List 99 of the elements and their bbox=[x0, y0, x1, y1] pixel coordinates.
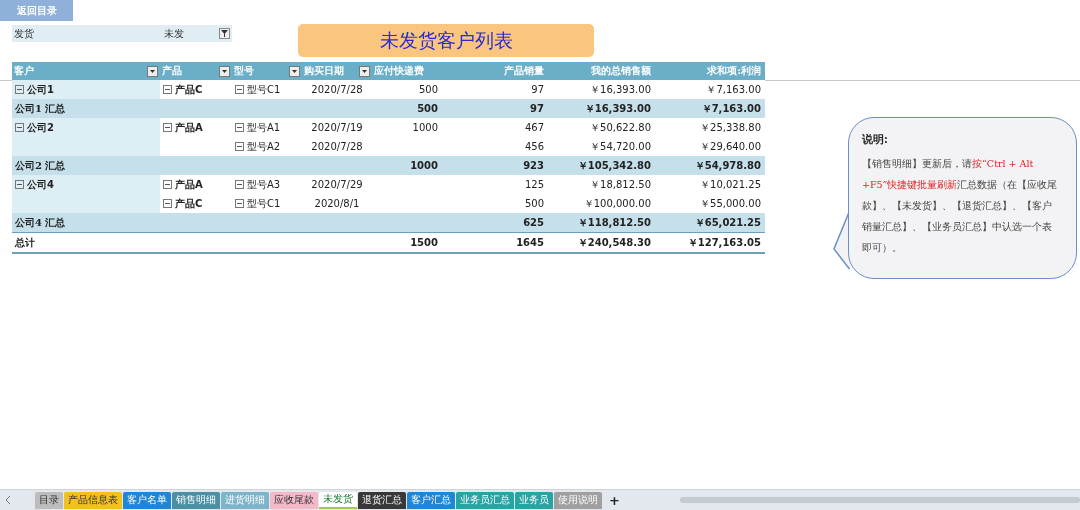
customer-name: 公司4 bbox=[27, 177, 54, 192]
note-heading: 说明: bbox=[862, 133, 888, 147]
dropdown-icon[interactable] bbox=[359, 65, 370, 77]
subtotal-label: 公司2 汇总 bbox=[15, 158, 66, 173]
collapse-icon[interactable] bbox=[163, 123, 172, 132]
column-header: 产品 bbox=[162, 64, 183, 78]
report-title: 未发货客户列表 bbox=[298, 24, 594, 57]
product-name: 产品A bbox=[175, 120, 203, 135]
sales-quantity: 125 bbox=[524, 179, 544, 190]
sales-amount: ￥18,812.50 bbox=[590, 177, 651, 192]
purchase-date: 2020/7/28 bbox=[311, 84, 363, 95]
dropdown-icon[interactable] bbox=[289, 65, 300, 77]
column-header: 型号 bbox=[234, 64, 255, 78]
purchase-date: 2020/8/1 bbox=[314, 198, 360, 209]
dropdown-icon[interactable] bbox=[219, 65, 230, 77]
profit-amount: ￥54,978.80 bbox=[694, 158, 761, 173]
collapse-icon[interactable] bbox=[15, 180, 24, 189]
sales-amount: ￥118,812.50 bbox=[577, 215, 651, 230]
sheet-tab[interactable]: 目录 bbox=[35, 491, 63, 509]
filter-value: 未发 bbox=[164, 26, 185, 41]
shipping-fee: 500 bbox=[418, 84, 438, 95]
sheet-tab[interactable]: 进货明细 bbox=[221, 491, 269, 509]
model-name: 型号A1 bbox=[247, 120, 281, 135]
sales-amount: ￥100,000.00 bbox=[583, 196, 651, 211]
collapse-icon[interactable] bbox=[235, 85, 244, 94]
shipping-fee: 500 bbox=[417, 103, 438, 114]
collapse-icon[interactable] bbox=[235, 123, 244, 132]
sales-amount: ￥50,622.80 bbox=[590, 120, 651, 135]
column-header: 我的总销售额 bbox=[591, 64, 651, 78]
sheet-tab[interactable]: 客户汇总 bbox=[407, 491, 455, 509]
collapse-icon[interactable] bbox=[235, 199, 244, 208]
collapse-icon[interactable] bbox=[235, 142, 244, 151]
sales-amount: ￥16,393.00 bbox=[590, 82, 651, 97]
profit-amount: ￥25,338.80 bbox=[700, 120, 761, 135]
sheet-tab[interactable]: 使用说明 bbox=[554, 491, 602, 509]
note-text: 【销售明细】更新后，请按“Ctrl + Alt +F5”快捷键批量刷新汇总数据（在【应收尾款】、【未发货】、【退货汇总】、【客户销量汇总】、【业务员汇总】中认选一个表即可）。 bbox=[862, 157, 1058, 255]
sheet-tab[interactable]: 业务员 bbox=[515, 491, 553, 509]
collapse-icon[interactable] bbox=[15, 123, 24, 132]
sheet-tab[interactable]: 业务员汇总 bbox=[456, 491, 514, 509]
column-header: 应付快递费 bbox=[374, 64, 425, 78]
column-header: 客户 bbox=[14, 64, 35, 78]
column-header: 购买日期 bbox=[304, 64, 345, 78]
profit-amount: ￥65,021.25 bbox=[694, 215, 761, 230]
shipping-fee: 1000 bbox=[410, 160, 438, 171]
model-name: 型号A3 bbox=[247, 177, 281, 192]
sheet-tab[interactable]: 产品信息表 bbox=[64, 491, 122, 509]
model-name: 型号C1 bbox=[247, 82, 281, 97]
profit-amount: ￥10,021.25 bbox=[700, 177, 761, 192]
profit-amount: ￥7,163.00 bbox=[706, 82, 761, 97]
sales-quantity: 456 bbox=[524, 141, 544, 152]
sales-quantity: 625 bbox=[523, 217, 544, 228]
collapse-icon[interactable] bbox=[15, 85, 24, 94]
product-name: 产品C bbox=[175, 82, 203, 97]
purchase-date: 2020/7/19 bbox=[311, 122, 363, 133]
profit-amount: ￥29,640.00 bbox=[700, 139, 761, 154]
sales-amount: ￥54,720.00 bbox=[590, 139, 651, 154]
sales-amount: ￥105,342.80 bbox=[577, 158, 651, 173]
customer-name: 公司1 bbox=[27, 82, 54, 97]
purchase-date: 2020/7/29 bbox=[311, 179, 363, 190]
sales-quantity: 467 bbox=[524, 122, 544, 133]
grand-total-label: 总计 bbox=[15, 235, 35, 250]
collapse-icon[interactable] bbox=[163, 85, 172, 94]
sales-amount: ￥240,548.30 bbox=[577, 235, 651, 250]
sheet-tab[interactable]: 客户名单 bbox=[123, 491, 171, 509]
sales-quantity: 97 bbox=[530, 103, 544, 114]
collapse-icon[interactable] bbox=[235, 180, 244, 189]
profit-amount: ￥55,000.00 bbox=[700, 196, 761, 211]
column-header: 产品销量 bbox=[504, 64, 544, 78]
model-name: 型号A2 bbox=[247, 139, 281, 154]
sales-quantity: 1645 bbox=[516, 237, 544, 248]
column-header: 求和项:利润 bbox=[707, 64, 761, 78]
sheet-tab[interactable]: 未发货 bbox=[319, 491, 357, 509]
previous-sheet-icon[interactable] bbox=[5, 496, 11, 504]
sales-quantity: 97 bbox=[531, 84, 544, 95]
collapse-icon[interactable] bbox=[163, 199, 172, 208]
dropdown-icon[interactable] bbox=[147, 65, 158, 77]
subtotal-label: 公司1 汇总 bbox=[15, 101, 66, 116]
sales-quantity: 923 bbox=[523, 160, 544, 171]
filter-icon[interactable] bbox=[219, 28, 230, 39]
shipping-fee: 1000 bbox=[412, 122, 438, 133]
sheet-tab[interactable]: 应收尾款 bbox=[270, 491, 318, 509]
filter-label: 发货 bbox=[13, 26, 35, 41]
collapse-icon[interactable] bbox=[163, 180, 172, 189]
horizontal-scrollbar[interactable] bbox=[679, 497, 1080, 503]
sales-amount: ￥16,393.00 bbox=[584, 101, 651, 116]
product-name: 产品A bbox=[175, 177, 203, 192]
add-sheet-button[interactable]: + bbox=[609, 492, 620, 508]
profit-amount: ￥7,163.00 bbox=[701, 101, 761, 116]
customer-name: 公司2 bbox=[27, 120, 54, 135]
profit-amount: ￥127,163.05 bbox=[687, 235, 761, 250]
subtotal-label: 公司4 汇总 bbox=[15, 215, 66, 230]
back-to-index-button[interactable]: 返回目录 bbox=[0, 0, 73, 21]
purchase-date: 2020/7/28 bbox=[311, 141, 363, 152]
model-name: 型号C1 bbox=[247, 196, 281, 211]
sheet-tab[interactable]: 销售明细 bbox=[172, 491, 220, 509]
shipping-fee: 1500 bbox=[410, 237, 438, 248]
sheet-tab[interactable]: 退货汇总 bbox=[358, 491, 406, 509]
product-name: 产品C bbox=[175, 196, 203, 211]
sales-quantity: 500 bbox=[524, 198, 544, 209]
